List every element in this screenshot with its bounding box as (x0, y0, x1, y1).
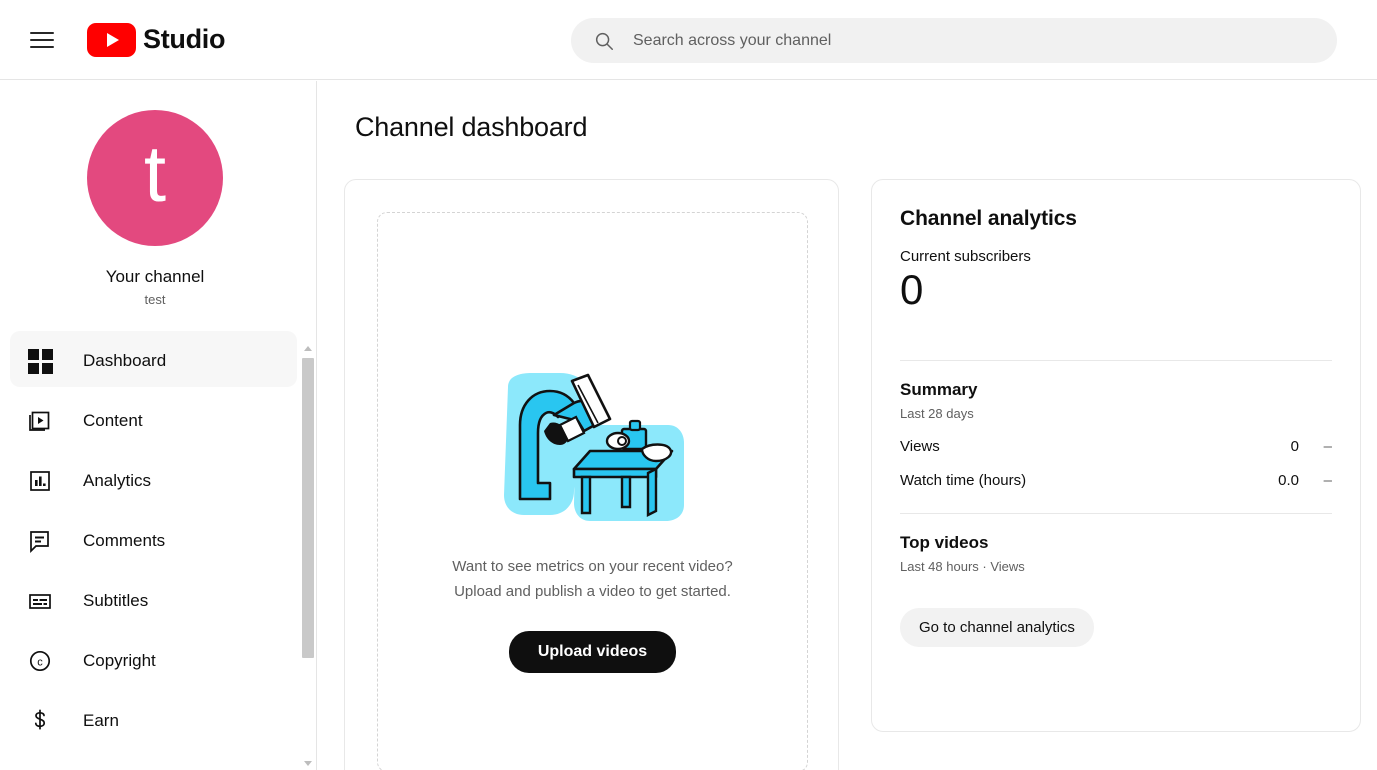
metric-value: 0.0 (1278, 472, 1299, 490)
sidebar: t Your channel test Dashboard Content An… (0, 81, 317, 770)
channel-handle: test (144, 292, 166, 307)
upload-prompt-line2: Upload and publish a video to get starte… (454, 583, 731, 600)
search-bar[interactable] (571, 18, 1337, 63)
summary-period: Last 28 days (900, 406, 974, 422)
sidebar-item-content[interactable]: Content (0, 391, 310, 451)
analytics-card-title: Channel analytics (900, 207, 1077, 230)
table-row: Watch time (hours) 0.0 – (900, 472, 1332, 489)
metric-value: 0 (1290, 438, 1299, 456)
sidebar-item-label: Content (83, 411, 143, 430)
brand-label: Studio (143, 24, 226, 54)
sidebar-item-label: Earn (83, 711, 119, 730)
upload-prompt-line1: Want to see metrics on your recent video… (452, 558, 733, 575)
sidebar-item-label: Copyright (83, 651, 156, 670)
metric-label: Watch time (hours) (900, 472, 1027, 490)
avatar[interactable]: t (87, 110, 223, 246)
person-filming-illustration (498, 373, 688, 528)
hamburger-bar (30, 31, 54, 34)
top-header: Studio (0, 0, 1377, 80)
divider (900, 360, 1332, 362)
metric-label: Views (900, 438, 940, 456)
main-content: Channel dashboard Want to see metrics on… (318, 81, 1377, 770)
upload-card: Want to see metrics on your recent video… (344, 179, 839, 770)
subtitles-icon (26, 587, 54, 615)
metric-delta: – (1323, 438, 1332, 456)
upload-prompt: Want to see metrics on your recent video… (452, 554, 732, 604)
sidebar-nav: Dashboard Content Analytics Comments Sub… (0, 331, 310, 751)
summary-title: Summary (900, 380, 978, 400)
channel-name: Your channel (105, 267, 205, 286)
top-videos-title: Top videos (900, 533, 989, 553)
search-input[interactable] (633, 25, 1313, 56)
search-icon (593, 30, 615, 52)
play-triangle (107, 32, 119, 47)
go-to-channel-analytics-button[interactable]: Go to channel analytics (900, 608, 1094, 648)
dollar-sign-icon (26, 707, 54, 735)
sidebar-item-label: Subtitles (83, 591, 149, 610)
hamburger-bar (30, 38, 54, 41)
hamburger-icon[interactable] (30, 28, 54, 52)
upload-videos-button[interactable]: Upload videos (508, 631, 677, 673)
scrollbar-thumb[interactable] (302, 358, 314, 658)
scroll-up-arrow-icon[interactable] (301, 341, 315, 355)
subscribers-label: Current subscribers (900, 248, 1031, 265)
sidebar-scrollbar[interactable] (301, 341, 315, 770)
youtube-logo-icon (87, 22, 136, 57)
svg-text:c: c (37, 656, 43, 668)
studio-brand-link[interactable]: Studio (87, 22, 226, 57)
sidebar-item-analytics[interactable]: Analytics (0, 451, 310, 511)
sidebar-item-earn[interactable]: Earn (0, 691, 310, 751)
sidebar-item-dashboard[interactable]: Dashboard (0, 331, 310, 391)
page-title: Channel dashboard (355, 112, 588, 142)
channel-block: t Your channel test (0, 81, 310, 307)
comment-bubble-icon (26, 527, 54, 555)
sidebar-item-label: Dashboard (83, 351, 167, 370)
hamburger-bar (30, 45, 54, 48)
copyright-icon: c (26, 647, 54, 675)
sidebar-item-copyright[interactable]: c Copyright (0, 631, 310, 691)
upload-dropzone[interactable]: Want to see metrics on your recent video… (377, 212, 808, 770)
video-frame-icon (26, 407, 54, 435)
subscribers-value: 0 (900, 266, 924, 313)
divider (900, 513, 1332, 515)
channel-analytics-card: Channel analytics Current subscribers 0 … (871, 179, 1361, 732)
sidebar-item-subtitles[interactable]: Subtitles (0, 571, 310, 631)
dashboard-cards: Want to see metrics on your recent video… (344, 179, 1361, 770)
sidebar-item-comments[interactable]: Comments (0, 511, 310, 571)
scroll-down-arrow-icon[interactable] (301, 756, 315, 770)
top-videos-period: Last 48 hours · Views (900, 559, 1025, 575)
metric-delta: – (1323, 472, 1332, 490)
bar-chart-icon (26, 467, 54, 495)
grid-icon (26, 347, 54, 375)
table-row: Views 0 – (900, 438, 1332, 455)
sidebar-item-label: Comments (83, 531, 166, 550)
sidebar-item-label: Analytics (83, 471, 152, 490)
